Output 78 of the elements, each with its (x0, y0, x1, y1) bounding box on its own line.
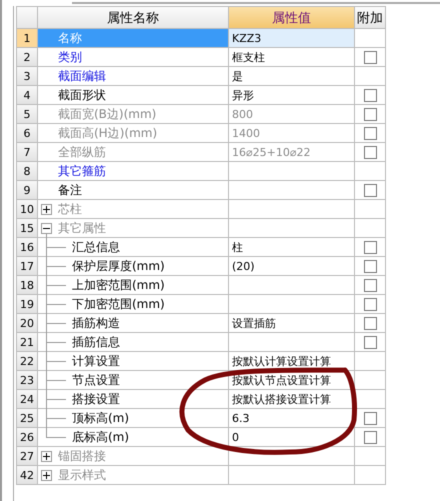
property-name[interactable]: 截面形状 (58, 86, 106, 104)
column-header: 属性名称 (38, 7, 229, 29)
row-number: 17 (17, 257, 38, 276)
checkbox[interactable] (364, 88, 376, 102)
group-label[interactable]: 显示样式 (58, 466, 106, 484)
property-name[interactable]: 搭接设置 (72, 390, 120, 408)
row-number: 24 (17, 390, 38, 409)
empty-cell (355, 371, 386, 390)
row-number: 2 (17, 48, 38, 67)
row-number: 9 (17, 181, 38, 200)
row-number: 4 (17, 86, 38, 105)
row-number: 19 (17, 295, 38, 314)
checkbox[interactable] (364, 278, 376, 292)
row-number: 10 (17, 200, 38, 219)
checkbox[interactable] (364, 126, 376, 140)
row-number: 25 (17, 409, 38, 428)
property-value[interactable]: 6.3 (232, 412, 250, 424)
property-value[interactable]: 设置插筋 (232, 316, 276, 330)
property-value[interactable]: 是 (232, 68, 243, 84)
property-value[interactable]: KZZ3 (232, 32, 262, 44)
checkbox[interactable] (364, 108, 376, 120)
checkbox[interactable] (364, 50, 376, 64)
row-number: 6 (17, 124, 38, 143)
property-name[interactable]: 节点设置 (72, 372, 120, 388)
property-name[interactable]: 计算设置 (72, 352, 120, 370)
row-number: 18 (17, 276, 38, 295)
checkbox[interactable] (364, 260, 376, 272)
row-number: 22 (17, 352, 38, 371)
checkbox[interactable] (364, 430, 376, 444)
row-number: 5 (17, 105, 38, 124)
row-number: 26 (17, 428, 38, 447)
expand-icon[interactable] (41, 470, 52, 481)
checkbox[interactable] (364, 298, 376, 310)
property-name[interactable]: 上加密范围(mm) (72, 276, 165, 294)
checkbox[interactable] (364, 316, 376, 330)
checkbox[interactable] (364, 184, 376, 196)
row-number: 7 (17, 143, 38, 162)
row-number: 21 (17, 333, 38, 352)
property-name[interactable]: 类别 (58, 48, 82, 66)
property-name[interactable]: 插筋构造 (72, 314, 120, 332)
expand-icon[interactable] (41, 204, 52, 215)
checkbox[interactable] (364, 412, 376, 424)
property-value[interactable]: 按默认搭接设置计算 (232, 392, 331, 406)
property-name[interactable]: 备注 (58, 182, 82, 198)
property-value[interactable]: 按默认计算设置计算 (232, 354, 331, 368)
row-number: 16 (17, 238, 38, 257)
row-number: 8 (17, 162, 38, 181)
property-value[interactable]: 框支柱 (232, 50, 265, 64)
column-header: 附加 (355, 7, 386, 29)
row-number: 27 (17, 447, 38, 466)
property-value[interactable]: 异形 (232, 88, 254, 102)
column-header: 属性值 (229, 7, 355, 29)
property-name[interactable]: 汇总信息 (72, 238, 120, 256)
property-name[interactable]: 其它箍筋 (58, 162, 106, 180)
group-label[interactable]: 锚固搭接 (58, 448, 106, 464)
expand-icon[interactable] (41, 451, 52, 462)
row-number: 3 (17, 67, 38, 86)
property-value[interactable]: 柱 (232, 240, 243, 254)
row-number: 20 (17, 314, 38, 333)
row-number: 23 (17, 371, 38, 390)
value-field[interactable]: KZZ3 (229, 29, 355, 48)
checkbox[interactable] (364, 146, 376, 158)
property-value[interactable]: 0 (232, 430, 239, 444)
property-value[interactable]: (20) (232, 260, 255, 272)
property-name[interactable]: 保护层厚度(mm) (72, 258, 165, 274)
property-value[interactable]: 按默认节点设置计算 (232, 372, 331, 388)
property-name[interactable]: 截面编辑 (58, 68, 106, 84)
collapse-icon[interactable] (41, 223, 52, 234)
property-name[interactable]: 下加密范围(mm) (72, 296, 165, 312)
row-number: 15 (17, 219, 38, 238)
property-name[interactable]: 插筋信息 (72, 334, 120, 350)
row-number: 42 (17, 466, 38, 485)
property-name[interactable]: 底标高(m) (72, 428, 130, 446)
checkbox[interactable] (364, 336, 376, 348)
row-number: 1 (17, 29, 38, 48)
property-name[interactable]: 顶标高(m) (72, 410, 130, 426)
checkbox[interactable] (364, 240, 376, 254)
empty-cell (355, 466, 386, 485)
